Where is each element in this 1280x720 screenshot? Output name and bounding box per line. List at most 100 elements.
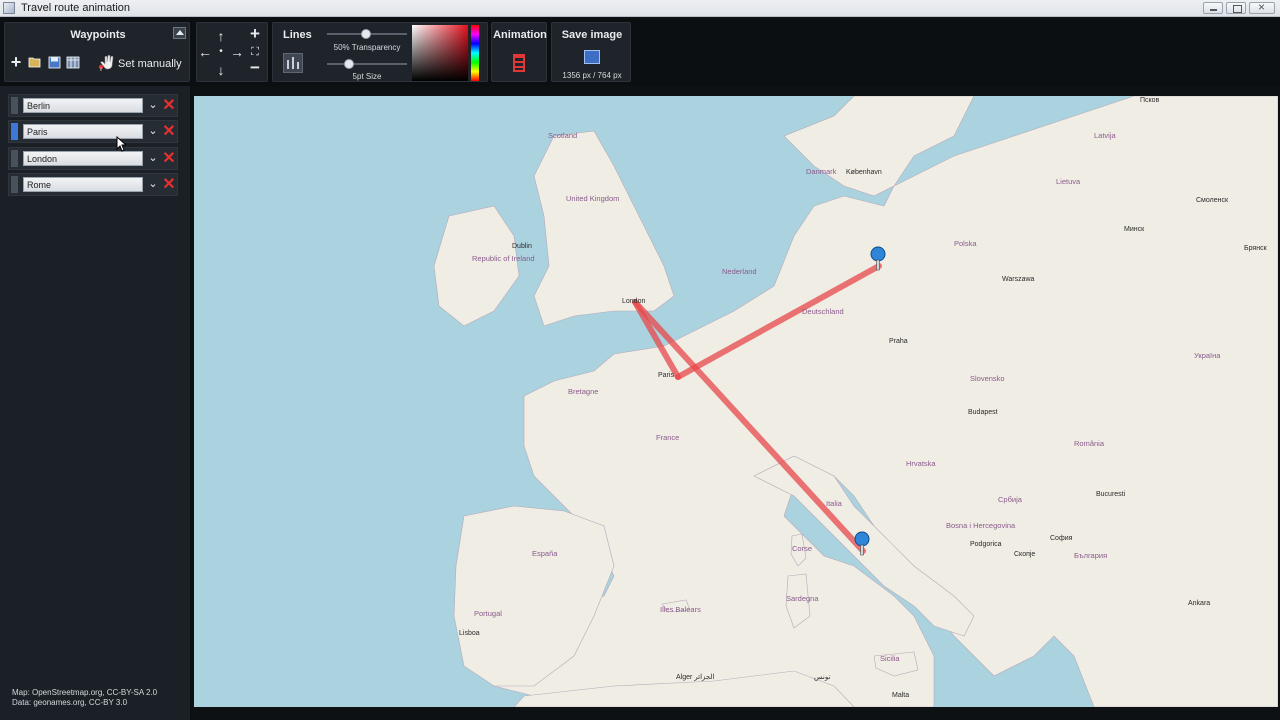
film-strip-icon[interactable] xyxy=(513,54,525,72)
label-italia: Italia xyxy=(826,499,843,508)
land-layer xyxy=(433,96,1278,707)
zoom-out-icon[interactable]: − xyxy=(248,59,262,76)
label-bulgaria: България xyxy=(1074,551,1107,560)
window-title: Travel route animation xyxy=(21,2,131,14)
color-picker[interactable] xyxy=(412,25,468,81)
delete-icon[interactable]: ✕ xyxy=(161,123,177,140)
label-warszawa: Warszawa xyxy=(1002,276,1035,283)
label-united-kingdom: United Kingdom xyxy=(566,194,619,203)
save-image-title: Save image xyxy=(561,29,623,41)
drag-handle[interactable] xyxy=(11,176,18,193)
hue-slider[interactable] xyxy=(471,25,479,81)
zoom-in-icon[interactable]: + xyxy=(248,25,262,42)
label-slovensko: Slovensko xyxy=(970,374,1005,383)
land-ireland xyxy=(433,205,520,327)
label-bretagne: Bretagne xyxy=(568,387,598,396)
label-corse: Corse xyxy=(792,544,812,553)
waypoint-row[interactable]: Rome ⌄ ✕ xyxy=(8,173,178,196)
label-bucuresti: Bucuresti xyxy=(1096,491,1126,498)
maximize-button[interactable] xyxy=(1226,2,1246,14)
label-danmark: Danmark xyxy=(806,167,837,176)
waypoints-title: Waypoints xyxy=(70,29,126,41)
label-ankara: Ankara xyxy=(1188,600,1210,607)
label-sofia: София xyxy=(1050,535,1073,542)
delete-icon[interactable]: ✕ xyxy=(161,150,177,167)
center-dot-icon[interactable]: • xyxy=(214,45,228,59)
label-sardegna: Sardegna xyxy=(786,594,819,603)
label-romania: România xyxy=(1074,439,1105,448)
chevron-down-icon[interactable]: ⌄ xyxy=(146,176,160,193)
label-malta: Malta xyxy=(892,692,909,699)
label-algiers: Alger الجزائر xyxy=(676,673,715,681)
drag-handle[interactable] xyxy=(11,150,18,167)
pan-left-icon[interactable]: ← xyxy=(198,45,212,59)
waypoint-row[interactable]: London ⌄ ✕ xyxy=(8,147,178,170)
label-ukraina: Україна xyxy=(1194,351,1221,360)
hand-pin-icon[interactable] xyxy=(97,53,117,73)
label-budapest: Budapest xyxy=(968,409,998,416)
waypoint-input[interactable]: Berlin xyxy=(23,98,143,113)
label-pskov: Псков xyxy=(1140,97,1160,104)
line-style-icon[interactable] xyxy=(283,53,303,73)
size-slider-track xyxy=(327,63,407,65)
label-bosnia: Bosna i Hercegovina xyxy=(946,521,1016,530)
label-paris: Paris xyxy=(658,372,674,379)
waypoint-sidebar: Berlin ⌄ ✕ Paris ⌄ ✕ London ⌄ ✕ Rome ⌄ ✕… xyxy=(0,86,192,720)
label-deutschland: Deutschland xyxy=(802,307,844,316)
app-icon xyxy=(3,2,15,14)
label-bryansk: Брянск xyxy=(1244,245,1268,252)
size-label: 5pt Size xyxy=(352,72,382,81)
pan-right-icon[interactable]: → xyxy=(230,45,244,59)
pan-up-icon[interactable]: ↑ xyxy=(214,29,228,43)
collapse-panel-button[interactable] xyxy=(173,27,186,39)
delete-icon[interactable]: ✕ xyxy=(161,97,177,114)
map-attribution: Map: OpenStreetmap.org, CC-BY-SA 2.0 xyxy=(12,688,158,697)
animation-title: Animation xyxy=(493,29,547,41)
label-tunis: تونس xyxy=(814,674,830,681)
lines-panel: Lines 50% Transparency 5pt Size xyxy=(272,22,488,82)
label-portugal: Portugal xyxy=(474,609,502,618)
fit-view-icon[interactable]: ⛶ xyxy=(248,45,262,59)
minimize-button[interactable] xyxy=(1203,2,1223,14)
data-attribution: Data: geonames.org, CC-BY 3.0 xyxy=(12,698,128,707)
label-podgorica: Podgorica xyxy=(970,541,1002,548)
waypoint-input[interactable]: London xyxy=(23,151,143,166)
add-waypoint-icon[interactable]: + xyxy=(9,53,23,71)
size-slider-thumb[interactable] xyxy=(344,59,354,69)
label-skopje: Скопје xyxy=(1014,551,1035,558)
open-folder-icon[interactable] xyxy=(28,56,42,68)
drag-handle[interactable] xyxy=(11,123,18,140)
mouse-cursor xyxy=(116,136,126,152)
chevron-down-icon[interactable]: ⌄ xyxy=(146,150,160,167)
label-republic-ireland: Republic of Ireland xyxy=(472,254,535,263)
map-svg: København Dublin London Paris Praha Wars… xyxy=(433,96,1278,707)
transparency-label: 50% Transparency xyxy=(333,43,401,52)
waypoints-panel: Waypoints + Set manually xyxy=(4,22,190,82)
map-navigation-panel: ↑ ← • → ↓ + ⛶ − xyxy=(196,22,268,82)
label-lietuva: Lietuva xyxy=(1056,177,1081,186)
transparency-slider-thumb[interactable] xyxy=(361,29,371,39)
lines-title: Lines xyxy=(283,29,312,41)
chevron-down-icon[interactable]: ⌄ xyxy=(146,97,160,114)
save-image-icon[interactable] xyxy=(584,50,600,64)
save-image-panel: Save image 1356 px / 764 px xyxy=(551,22,631,82)
waypoint-row[interactable]: Berlin ⌄ ✕ xyxy=(8,94,178,117)
waypoint-input[interactable]: Rome xyxy=(23,177,143,192)
set-manually-button[interactable]: Set manually xyxy=(118,58,182,70)
animation-panel: Animation xyxy=(491,22,547,82)
table-icon[interactable] xyxy=(66,56,80,71)
drag-handle[interactable] xyxy=(11,97,18,114)
label-london: London xyxy=(622,298,645,305)
save-disk-icon[interactable] xyxy=(47,56,61,71)
waypoint-row[interactable]: Paris ⌄ ✕ xyxy=(8,120,178,143)
label-latvija: Latvija xyxy=(1094,131,1117,140)
delete-icon[interactable]: ✕ xyxy=(161,176,177,193)
pan-down-icon[interactable]: ↓ xyxy=(214,63,228,77)
close-window-button[interactable] xyxy=(1249,0,1275,14)
label-scotland: Scotland xyxy=(548,131,577,140)
label-smolensk: Смоленск xyxy=(1196,197,1229,204)
chevron-down-icon[interactable]: ⌄ xyxy=(146,123,160,140)
label-hrvatska: Hrvatska xyxy=(906,459,936,468)
label-lisboa: Lisboa xyxy=(459,630,480,637)
map-canvas[interactable]: København Dublin London Paris Praha Wars… xyxy=(194,96,1278,707)
